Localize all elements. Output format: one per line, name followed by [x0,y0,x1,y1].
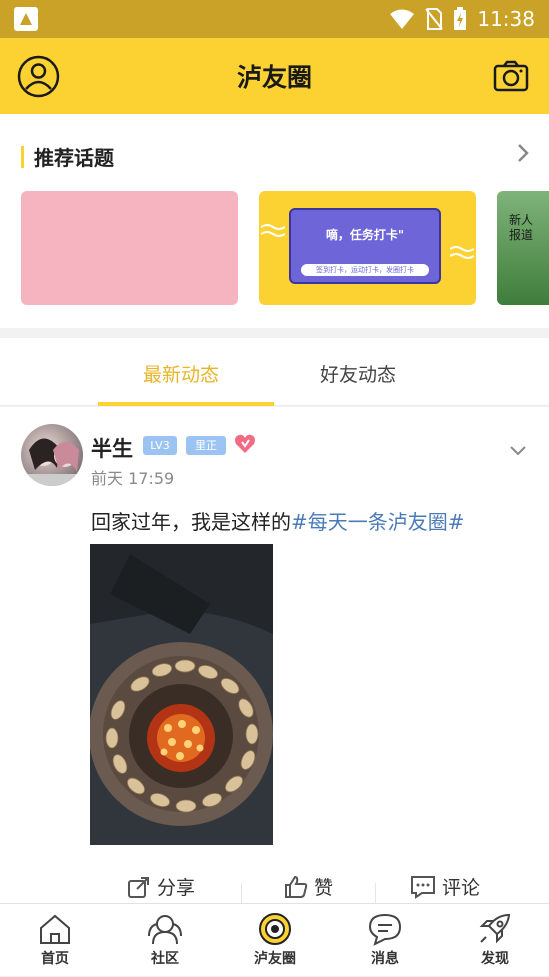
active-tab-indicator [98,402,274,406]
divider [375,883,376,903]
nav-label: 社区 [151,951,179,967]
topic-card-text: 新人报道 [509,213,534,242]
bottom-nav: 首页 社区 泸友圈 消息 发现 [0,903,549,976]
like-label: 赞 [314,877,334,899]
topics-title: 推荐话题 [34,146,114,170]
recommended-topics: 推荐话题 嘀，任务打卡" 签到打卡，运动打卡，发圈打卡 新人报道 [0,114,549,328]
status-bar: 11:38 [0,0,549,38]
post-content: 回家过年，我是这样的#每天一条泸友圈# [91,506,465,535]
nav-label: 首页 [41,951,69,967]
page-title: 泸友圈 [236,63,312,92]
title-badge: 里正 [186,436,226,455]
share-label: 分享 [157,877,196,899]
home-icon [40,914,70,944]
status-time: 11:38 [477,7,535,31]
community-icon [148,915,182,945]
wave-decoration-icon [261,224,285,237]
like-button[interactable]: 赞 [284,873,333,900]
camera-icon[interactable] [493,60,529,92]
nav-home[interactable]: 首页 [0,904,110,977]
topics-heading: 推荐话题 [21,142,114,171]
level-badge: LV3 [143,436,177,455]
topic-card-subtext: 签到打卡，运动打卡，发圈打卡 [301,264,429,276]
no-sim-icon [425,8,444,30]
topic-card-task-checkin[interactable]: 嘀，任务打卡" 签到打卡，运动打卡，发圈打卡 [259,191,476,305]
heading-accent-bar [21,145,24,168]
post-username[interactable]: 半生 [91,433,133,463]
nav-messages[interactable]: 消息 [330,904,440,977]
topic-card[interactable] [21,191,238,305]
chevron-right-icon[interactable] [515,142,531,164]
share-button[interactable]: 分享 [127,873,195,900]
comment-button[interactable]: 评论 [410,873,480,900]
divider [241,883,242,903]
comment-label: 评论 [442,877,481,899]
battery-charging-icon [454,7,467,30]
rocket-icon [479,913,511,944]
nav-label: 发现 [481,951,509,967]
comment-icon [411,875,435,899]
wave-decoration-icon [450,246,474,259]
app-header: 泸友圈 [0,38,549,114]
post-hashtag[interactable]: #每天一条泸友圈# [291,510,465,534]
circle-icon [259,913,291,945]
nav-label: 泸友圈 [254,951,296,967]
post-time: 前天 17:59 [91,469,175,488]
user-profile-icon[interactable] [17,55,60,98]
message-icon [368,913,402,946]
chevron-down-icon[interactable] [509,445,527,457]
topic-card-text: 嘀，任务打卡" [325,228,405,242]
topic-card-newcomer[interactable]: 新人报道 [497,191,549,305]
post-text: 回家过年，我是这样的 [91,510,291,534]
speech-bubble: 嘀，任务打卡" 签到打卡，运动打卡，发圈打卡 [289,208,441,284]
post-image[interactable] [90,544,273,845]
thumbs-up-icon [285,875,308,898]
nav-label: 消息 [371,951,399,967]
wifi-icon [390,9,415,29]
heart-badge-icon [235,434,255,453]
share-icon [128,876,149,898]
feed-tabs: 最新动态 好友动态 [0,338,549,406]
nav-community[interactable]: 社区 [110,904,220,977]
tab-latest[interactable]: 最新动态 [143,360,219,387]
app-notification-icon [14,7,38,31]
avatar[interactable] [21,424,83,486]
tab-friends[interactable]: 好友动态 [320,360,396,387]
nav-circle[interactable]: 泸友圈 [220,904,330,977]
nav-discover[interactable]: 发现 [440,904,549,977]
feed-post: 半生 LV3 里正 前天 17:59 回家过年，我是这样的#每天一条泸友圈# 分… [0,407,549,903]
